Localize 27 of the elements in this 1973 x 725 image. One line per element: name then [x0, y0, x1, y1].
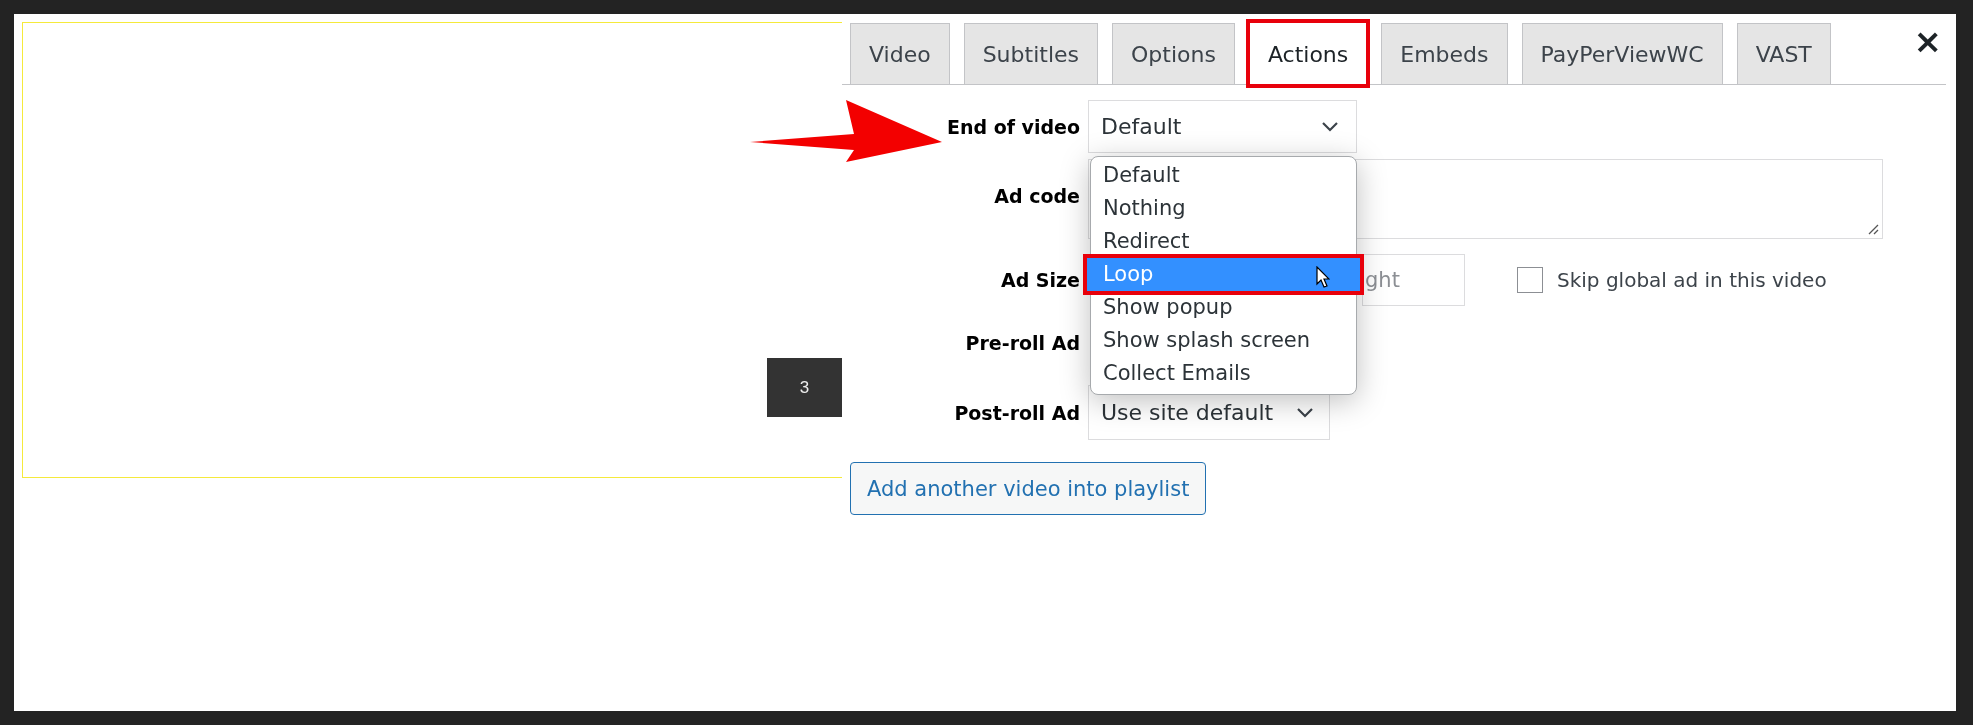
dropdown-option[interactable]: Show splash screen — [1091, 324, 1356, 357]
tab[interactable]: Actions — [1248, 22, 1368, 85]
chevron-down-icon — [1322, 121, 1338, 132]
resize-grip-icon — [1867, 223, 1879, 235]
field-label: Post-roll Ad — [953, 401, 1080, 424]
end-of-video-select[interactable]: Default — [1088, 100, 1357, 153]
chevron-down-icon — [1297, 407, 1313, 418]
field-label: Ad code — [993, 185, 1080, 207]
dropdown-option[interactable]: Nothing — [1091, 192, 1356, 225]
field-label: Ad Size — [999, 269, 1080, 291]
dropdown-option[interactable]: Default — [1091, 159, 1356, 192]
tab[interactable]: VAST — [1736, 23, 1831, 84]
tab[interactable]: Options — [1112, 23, 1235, 84]
add-video-button[interactable]: Add another video into playlist — [850, 462, 1207, 515]
field-label: End of video — [945, 115, 1080, 138]
checkbox-label: Skip global ad in this video — [1557, 268, 1827, 292]
playlist-index-badge: 3 — [767, 358, 842, 417]
tab[interactable]: Embeds — [1381, 23, 1508, 84]
cursor-icon — [1316, 266, 1330, 288]
dropdown-option[interactable]: Show popup — [1091, 291, 1356, 324]
tab[interactable]: Subtitles — [963, 23, 1098, 84]
close-button[interactable]: × — [1913, 24, 1942, 58]
tab[interactable]: Video — [850, 23, 950, 84]
tab[interactable]: PayPerViewWC — [1521, 23, 1723, 84]
checkbox[interactable] — [1517, 267, 1543, 293]
field-label: Pre-roll Ad — [964, 331, 1080, 356]
dropdown-option[interactable]: Redirect — [1091, 225, 1356, 258]
